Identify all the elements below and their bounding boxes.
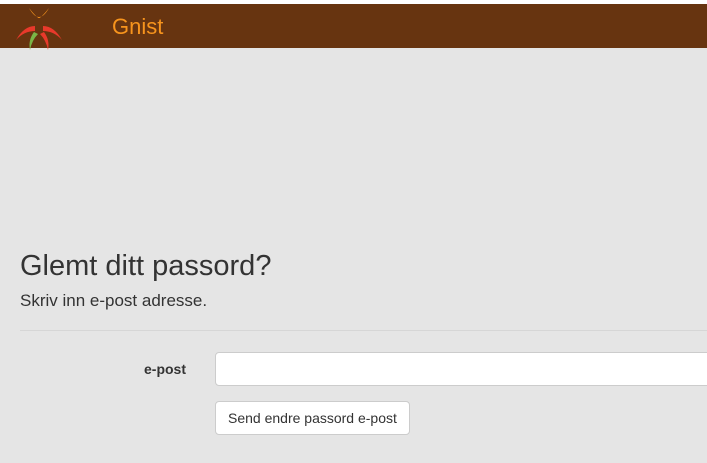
page-subtitle: Skriv inn e-post adresse. <box>20 291 208 310</box>
send-reset-password-button[interactable]: Send endre passord e-post <box>215 401 410 435</box>
email-field[interactable] <box>215 352 707 386</box>
brand-name[interactable]: Gnist <box>112 14 163 40</box>
email-label: e-post <box>144 361 186 377</box>
divider <box>20 330 707 331</box>
page-title: Glemt ditt passord? <box>20 250 272 282</box>
top-navbar: Gnist <box>0 0 707 50</box>
gnist-logo-icon[interactable] <box>12 4 66 50</box>
